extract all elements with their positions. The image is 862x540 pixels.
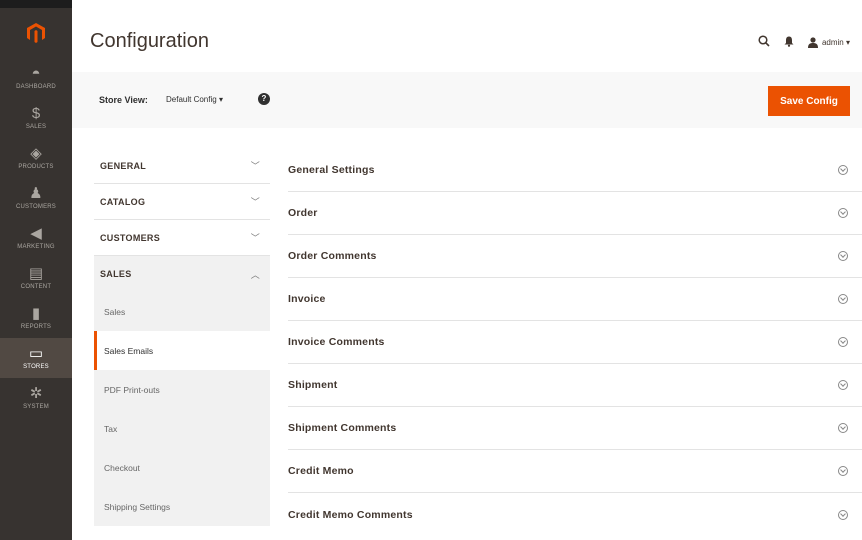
section-shipment[interactable]: Shipment	[288, 364, 862, 407]
chevron-down-icon: ﹀	[250, 197, 260, 207]
menu-item-stores[interactable]: ▭ Stores	[0, 338, 72, 378]
subnav-item-shipping-settings[interactable]: Shipping Settings	[94, 487, 270, 526]
cube-icon: ◈	[30, 145, 42, 162]
chevron-up-icon: ︿	[250, 269, 260, 280]
config-tabs: GENERAL ﹀ CATALOG ﹀ CUSTOMERS ﹀ SALES ︿ …	[94, 148, 270, 540]
section-title: Shipment Comments	[288, 422, 397, 434]
dashboard-icon: ◓	[31, 65, 41, 82]
tab-general[interactable]: GENERAL ﹀	[94, 148, 270, 184]
section-invoice[interactable]: Invoice	[288, 278, 862, 321]
section-general-settings[interactable]: General Settings	[288, 149, 862, 192]
section-shipment-comments[interactable]: Shipment Comments	[288, 407, 862, 450]
menu-label: Content	[20, 284, 52, 290]
save-config-button[interactable]: Save Config	[768, 86, 850, 116]
section-credit-memo-comments[interactable]: Credit Memo Comments	[288, 493, 862, 536]
menu-item-content[interactable]: ▤ Content	[0, 258, 72, 298]
expand-icon	[838, 466, 848, 476]
expand-icon	[838, 337, 848, 347]
magento-logo[interactable]	[0, 8, 72, 58]
chevron-down-icon: ﹀	[250, 161, 260, 171]
magento-logo-icon	[27, 23, 45, 43]
menu-item-reports[interactable]: ▮ Reports	[0, 298, 72, 338]
menu-item-customers[interactable]: ♟ Customers	[0, 178, 72, 218]
expand-icon	[838, 509, 848, 520]
tab-sales[interactable]: SALES ︿	[94, 256, 270, 292]
gear-icon: ✲	[29, 385, 43, 402]
config-sections: General Settings Order Order Comments In…	[288, 149, 862, 536]
menu-label: Reports	[20, 324, 52, 330]
section-invoice-comments[interactable]: Invoice Comments	[288, 321, 862, 364]
bell-icon[interactable]	[784, 35, 794, 50]
section-order[interactable]: Order	[288, 192, 862, 235]
tab-label: SALES	[100, 269, 132, 279]
subnav-item-pdf-printouts[interactable]: PDF Print-outs	[94, 370, 270, 409]
store-view-bar: Store View: Default Config ▾ ? Save Conf…	[72, 72, 862, 128]
menu-item-marketing[interactable]: ◀ Marketing	[0, 218, 72, 258]
menu-label: Sales	[25, 124, 47, 130]
section-title: Shipment	[288, 379, 338, 391]
sales-subnav: Sales Sales Emails PDF Print-outs Tax Ch…	[94, 292, 270, 526]
menu-label: Products	[18, 164, 54, 170]
section-title: Order Comments	[288, 250, 377, 262]
menu-label: Dashboard	[16, 84, 56, 90]
store-icon: ▭	[28, 345, 44, 362]
layout-icon: ▤	[28, 265, 44, 282]
store-view-value: Default Config	[166, 95, 217, 104]
page-header: Configuration admin ▾	[72, 8, 862, 72]
dollar-icon: $	[31, 105, 41, 122]
expand-icon	[838, 380, 848, 390]
subnav-item-tax[interactable]: Tax	[94, 409, 270, 448]
section-title: Invoice	[288, 293, 326, 305]
tab-catalog[interactable]: CATALOG ﹀	[94, 184, 270, 220]
chevron-down-icon: ▾	[218, 95, 223, 104]
subnav-item-sales[interactable]: Sales	[94, 292, 270, 331]
admin-user-menu[interactable]: admin ▾	[807, 37, 850, 48]
section-title: General Settings	[288, 164, 375, 176]
menu-label: Customers	[15, 204, 57, 210]
section-order-comments[interactable]: Order Comments	[288, 235, 862, 278]
expand-icon	[838, 294, 848, 304]
subnav-item-checkout[interactable]: Checkout	[94, 448, 270, 487]
expand-icon	[838, 423, 848, 433]
tab-label: CATALOG	[100, 196, 146, 207]
expand-icon	[838, 208, 848, 218]
store-view-label: Store View:	[99, 95, 148, 105]
admin-menu: ◓ Dashboard $ Sales ◈ Products ♟ Custome…	[0, 0, 72, 540]
help-icon[interactable]: ?	[258, 93, 270, 105]
expand-icon	[838, 165, 848, 175]
section-title: Order	[288, 207, 318, 219]
menu-item-sales[interactable]: $ Sales	[0, 98, 72, 138]
header-actions: admin ▾	[758, 35, 850, 50]
menu-label: Marketing	[17, 244, 55, 250]
menu-label: Stores	[23, 364, 49, 370]
menu-item-products[interactable]: ◈ Products	[0, 138, 72, 178]
expand-icon	[838, 251, 848, 261]
menu-item-system[interactable]: ✲ System	[0, 378, 72, 418]
person-icon: ♟	[29, 185, 43, 202]
search-icon[interactable]	[758, 35, 770, 50]
section-title: Credit Memo Comments	[288, 508, 413, 521]
tab-label: GENERAL	[100, 160, 147, 171]
megaphone-icon: ◀	[30, 225, 42, 242]
bar-chart-icon: ▮	[31, 305, 41, 322]
subnav-item-sales-emails[interactable]: Sales Emails	[94, 331, 270, 370]
menu-label: System	[23, 404, 49, 410]
section-title: Credit Memo	[288, 465, 354, 477]
admin-username: admin ▾	[821, 38, 850, 47]
section-credit-memo[interactable]: Credit Memo	[288, 450, 862, 493]
page-title: Configuration	[90, 30, 209, 52]
section-title: Invoice Comments	[288, 336, 385, 348]
store-view-switcher[interactable]: Default Config ▾	[166, 95, 223, 104]
tab-label: CUSTOMERS	[100, 232, 161, 243]
tab-customers[interactable]: CUSTOMERS ﹀	[94, 220, 270, 256]
chevron-down-icon: ﹀	[250, 233, 260, 243]
menu-item-dashboard[interactable]: ◓ Dashboard	[0, 58, 72, 98]
user-icon	[807, 37, 818, 48]
